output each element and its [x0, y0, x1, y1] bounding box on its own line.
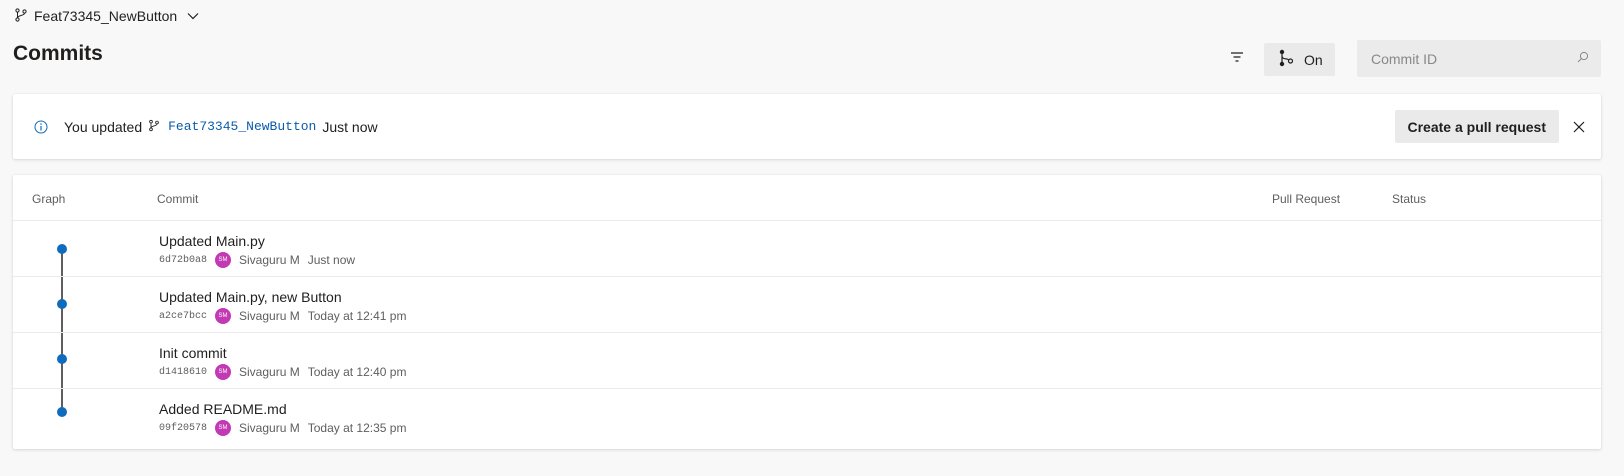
search-icon [1577, 50, 1589, 68]
table-row[interactable]: Updated Main.py, new Button a2ce7bcc SM … [13, 277, 1601, 333]
branch-selector[interactable]: Feat73345_NewButton [14, 6, 199, 26]
avatar: SM [215, 252, 232, 268]
commit-time: Just now [307, 253, 356, 267]
commit-author: Sivaguru M [239, 253, 300, 267]
banner-time: Just now [322, 118, 378, 135]
commit-time: Today at 12:40 pm [307, 365, 407, 379]
commit-meta: 6d72b0a8 SM Sivaguru M Just now [159, 252, 355, 268]
avatar: SM [215, 364, 232, 380]
commit-hash[interactable]: d1418610 [159, 367, 207, 378]
commit-search-box[interactable] [1357, 40, 1601, 77]
table-row[interactable]: Added README.md 09f20578 SM Sivaguru M T… [13, 389, 1601, 444]
commit-meta: a2ce7bcc SM Sivaguru M Today at 12:41 pm [159, 308, 406, 324]
commit-message[interactable]: Updated Main.py [159, 233, 265, 249]
chevron-down-icon [187, 12, 199, 20]
commit-time: Today at 12:35 pm [307, 421, 407, 435]
graph-icon [1278, 49, 1294, 70]
column-header-commit: Commit [157, 192, 199, 206]
banner-message: You updated Feat73345_NewButton Just now [64, 119, 378, 135]
update-notification-banner: You updated Feat73345_NewButton Just now… [13, 94, 1601, 159]
commit-author: Sivaguru M [239, 365, 300, 379]
commit-hash[interactable]: a2ce7bcc [159, 311, 207, 322]
banner-branch-link[interactable]: Feat73345_NewButton [168, 119, 316, 134]
commits-table: Graph Commit Pull Request Status Updated… [13, 175, 1601, 449]
commit-author: Sivaguru M [239, 421, 300, 435]
column-header-status: Status [1392, 192, 1427, 206]
commit-hash[interactable]: 09f20578 [159, 423, 207, 434]
page-title: Commits [13, 42, 103, 65]
branch-name: Feat73345_NewButton [34, 8, 178, 24]
avatar: SM [215, 420, 232, 436]
graph-toggle-label: On [1304, 51, 1323, 68]
column-header-pull-request: Pull Request [1272, 192, 1341, 206]
commit-author: Sivaguru M [239, 309, 300, 323]
avatar: SM [215, 308, 232, 324]
info-icon [34, 120, 48, 134]
close-icon[interactable] [1569, 117, 1589, 137]
commit-message[interactable]: Added README.md [159, 401, 287, 417]
commit-hash[interactable]: 6d72b0a8 [159, 255, 207, 266]
commit-message[interactable]: Updated Main.py, new Button [159, 289, 342, 305]
filter-icon [1230, 50, 1244, 68]
commit-message[interactable]: Init commit [159, 345, 227, 361]
branch-icon [14, 7, 28, 25]
table-row[interactable]: Updated Main.py 6d72b0a8 SM Sivaguru M J… [13, 221, 1601, 277]
commit-meta: 09f20578 SM Sivaguru M Today at 12:35 pm [159, 420, 406, 436]
table-header: Graph Commit Pull Request Status [13, 175, 1601, 221]
column-header-graph: Graph [32, 192, 66, 206]
filter-button[interactable] [1226, 48, 1248, 70]
commit-meta: d1418610 SM Sivaguru M Today at 12:40 pm [159, 364, 406, 380]
table-row[interactable]: Init commit d1418610 SM Sivaguru M Today… [13, 333, 1601, 389]
commit-time: Today at 12:41 pm [307, 309, 407, 323]
commit-id-input[interactable] [1369, 49, 1577, 68]
graph-toggle-button[interactable]: On [1264, 43, 1335, 76]
branch-icon [148, 119, 160, 135]
create-pull-request-button[interactable]: Create a pull request [1394, 110, 1559, 143]
banner-prefix: You updated [64, 118, 143, 135]
